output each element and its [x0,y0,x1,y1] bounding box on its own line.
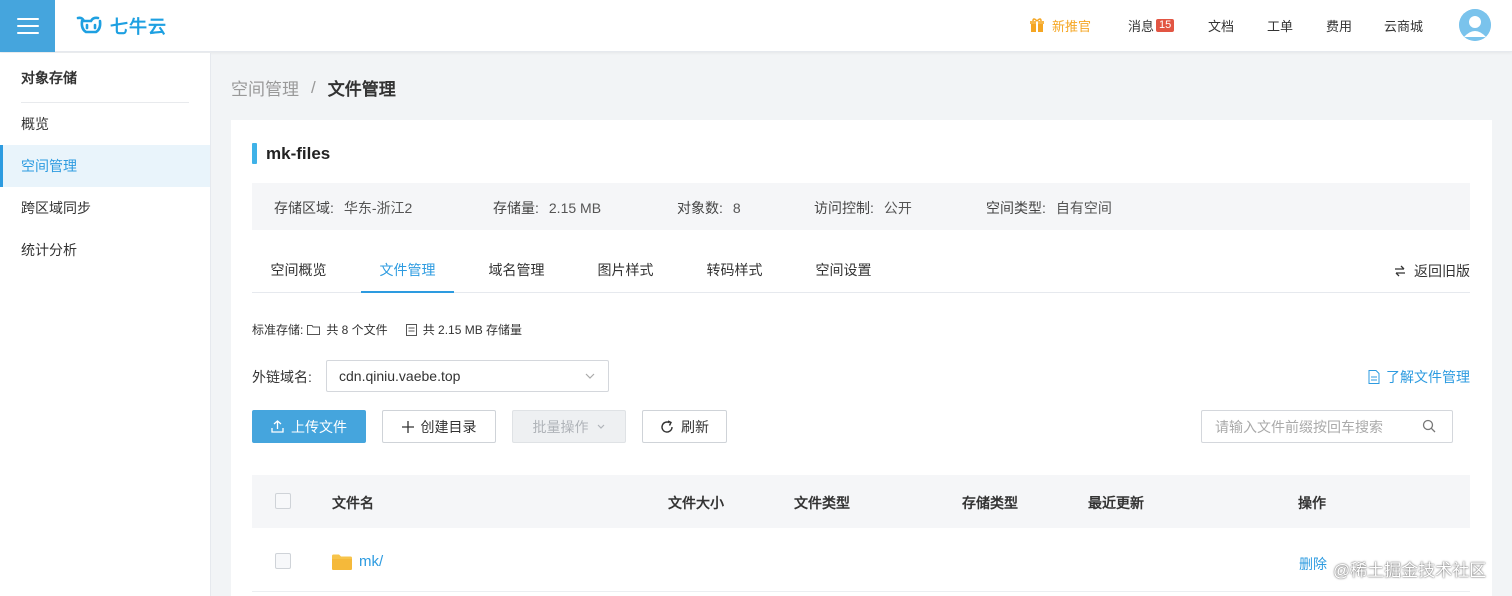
tab-bucket-settings[interactable]: 空间设置 [797,250,890,293]
info-access-label: 访问控制: [814,200,874,216]
search-input[interactable] [1201,410,1453,443]
file-count: 共 8 个文件 [326,323,388,337]
breadcrumb-parent[interactable]: 空间管理 [231,75,299,100]
sidebar-title: 对象存储 [21,70,77,86]
info-type-value: 自有空间 [1055,200,1112,216]
back-to-old-version-label: 返回旧版 [1414,263,1470,279]
sidebar-item-statistics[interactable]: 统计分析 [0,229,210,271]
breadcrumb-separator: / [311,77,316,97]
learn-file-management-label: 了解文件管理 [1386,369,1470,385]
info-size: 存储量: 2.15 MB [493,198,601,218]
avatar[interactable] [1459,9,1491,41]
info-region: 存储区域: 华东-浙江2 [274,198,412,218]
plus-icon [401,420,414,433]
delete-link[interactable]: 删除 [1299,554,1327,574]
refresh-button[interactable]: 刷新 [642,410,727,443]
row-checkbox[interactable] [275,553,291,569]
nav-market[interactable]: 云商城 [1384,16,1423,35]
upload-icon [271,420,284,433]
folder-outline-icon [307,324,321,335]
sidebar: 对象存储 概览 空间管理 跨区域同步 统计分析 [0,53,211,596]
column-actions: 操作 [1298,495,1326,511]
top-bar: 七牛云 新推官 消息 15 文档 工单 费用 云商城 [0,0,1512,52]
gift-icon [1030,18,1044,32]
back-to-old-version[interactable]: 返回旧版 [1394,261,1470,281]
domain-select[interactable]: cdn.qiniu.vaebe.top [326,360,609,392]
upload-file-label: 上传文件 [291,418,347,435]
info-region-value: 华东-浙江2 [343,200,413,216]
column-file-size[interactable]: 文件大小 [668,493,724,513]
storage-summary: 标准存储: 共 8 个文件 共 2.15 MB 存储量 [252,321,522,338]
nav-new-user-label: 新推官 [1052,19,1092,34]
info-type-label: 空间类型: [986,200,1046,216]
table-row: mk/ 删除 [252,530,1470,592]
info-type: 空间类型: 自有空间 [986,198,1112,218]
tabs: 空间概览 文件管理 域名管理 图片样式 转码样式 空间设置 返回旧版 [252,250,1470,293]
batch-operations-label: 批量操作 [532,418,589,435]
info-size-label: 存储量: [493,200,539,216]
breadcrumb-current: 文件管理 [327,80,396,99]
folder-link[interactable]: mk/ [332,553,383,570]
search-icon[interactable] [1422,419,1436,433]
info-access: 访问控制: 公开 [814,198,912,218]
hamburger-icon [16,18,39,34]
bucket-name: mk-files [266,144,331,163]
select-all-checkbox[interactable] [275,493,291,509]
swap-icon [1395,265,1405,277]
tab-domain-management[interactable]: 域名管理 [470,250,563,293]
info-access-value: 公开 [883,200,912,216]
logo-text: 七牛云 [110,17,167,37]
refresh-label: 刷新 [681,418,709,435]
sidebar-item-overview[interactable]: 概览 [0,103,210,145]
sidebar-item-bucket-management[interactable]: 空间管理 [0,145,210,187]
logo[interactable]: 七牛云 [76,12,167,40]
info-region-label: 存储区域: [274,200,334,216]
create-directory-button[interactable]: 创建目录 [382,410,496,443]
bucket-title-marker [252,143,257,164]
message-count-badge: 15 [1156,19,1175,32]
folder-name: mk/ [359,553,384,570]
chevron-down-icon [597,424,604,429]
column-storage-type[interactable]: 存储类型 [962,493,1018,513]
batch-operations-button[interactable]: 批量操作 [512,410,626,443]
column-last-updated[interactable]: 最近更新 [1088,493,1144,513]
storage-class-label: 标准存储: [252,323,304,337]
storage-icon [405,323,417,336]
info-size-value: 2.15 MB [548,200,602,216]
refresh-icon [661,419,673,433]
menu-button[interactable] [0,0,55,52]
sidebar-item-cross-region-sync[interactable]: 跨区域同步 [0,187,210,229]
tab-file-management[interactable]: 文件管理 [361,250,454,293]
info-objects-value: 8 [732,200,741,216]
learn-file-management-link[interactable]: 了解文件管理 [1368,367,1470,387]
breadcrumb: 空间管理 / 文件管理 [231,75,396,100]
user-avatar-icon [1459,9,1491,41]
nav-new-user[interactable]: 新推官 [1030,16,1091,35]
tab-image-styles[interactable]: 图片样式 [579,250,672,293]
storage-size: 共 2.15 MB 存储量 [422,323,523,337]
nav-messages[interactable]: 消息 15 [1128,16,1175,35]
column-file-type[interactable]: 文件类型 [794,493,850,513]
nav-docs[interactable]: 文档 [1208,16,1234,35]
table-header: 文件名 文件大小 文件类型 存储类型 最近更新 操作 [252,475,1470,528]
chevron-down-icon [585,373,595,379]
info-objects-label: 对象数: [677,200,723,216]
document-icon [1368,370,1380,384]
main-card: mk-files 存储区域: 华东-浙江2 存储量: 2.15 MB 对象数: 8 访… [231,120,1492,596]
nav-fees[interactable]: 费用 [1326,16,1352,35]
upload-file-button[interactable]: 上传文件 [252,410,366,443]
folder-icon [332,554,352,570]
nav-messages-label: 消息 [1128,19,1155,34]
tab-transcode-styles[interactable]: 转码样式 [688,250,781,293]
watermark: @稀土掘金技术社区 [1333,561,1487,580]
nav-tickets[interactable]: 工单 [1267,16,1293,35]
tab-overview[interactable]: 空间概览 [252,250,345,293]
info-objects: 对象数: 8 [677,198,741,218]
qiniu-logo-icon [76,16,102,34]
domain-select-value: cdn.qiniu.vaebe.top [339,368,461,384]
column-file-name[interactable]: 文件名 [332,493,374,513]
bucket-info-strip: 存储区域: 华东-浙江2 存储量: 2.15 MB 对象数: 8 访问控制: 公开 空间… [252,183,1470,230]
create-directory-label: 创建目录 [420,418,477,435]
domain-label: 外链域名: [252,369,312,385]
